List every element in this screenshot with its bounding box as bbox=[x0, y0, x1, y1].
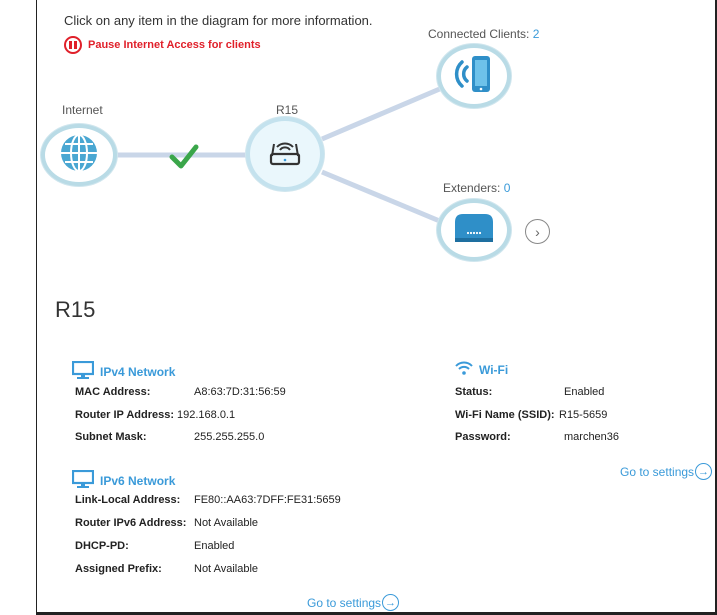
ipv6-row-dhcp-pd: DHCP-PD: Enabled bbox=[75, 540, 234, 552]
globe-icon bbox=[59, 133, 99, 178]
extenders-node[interactable] bbox=[437, 199, 511, 261]
wifi-value: marchen36 bbox=[564, 431, 620, 443]
clients-label-text: Connected Clients: bbox=[428, 27, 530, 41]
ipv4-key: Subnet Mask: bbox=[75, 431, 147, 443]
chevron-right-icon: › bbox=[535, 223, 540, 240]
ipv6-key: Link-Local Address: bbox=[75, 494, 181, 506]
ipv4-value: 255.255.255.0 bbox=[194, 431, 265, 443]
ipv6-value: Not Available bbox=[194, 563, 259, 575]
ipv4-key: Router IP Address: bbox=[75, 409, 175, 421]
wifi-row-password: Password: marchen36 bbox=[455, 431, 619, 443]
extenders-count: 0 bbox=[503, 181, 511, 195]
ipv4-key: MAC Address: bbox=[75, 386, 151, 398]
ipv6-heading: IPv6 Network bbox=[71, 469, 176, 491]
ipv6-heading-text: IPv6 Network bbox=[100, 473, 176, 488]
ipv6-value: Enabled bbox=[194, 540, 235, 552]
ipv6-row-router-ipv6: Router IPv6 Address: Not Available bbox=[75, 517, 258, 529]
router-node[interactable] bbox=[246, 117, 324, 191]
internet-label: Internet bbox=[62, 103, 103, 117]
wifi-value: R15-5659 bbox=[559, 409, 608, 421]
router-clients-link bbox=[321, 85, 443, 142]
clients-count: 2 bbox=[532, 27, 540, 41]
wifi-row-status: Status: Enabled bbox=[455, 386, 604, 398]
router-icon bbox=[266, 135, 304, 174]
ipv6-go-to-settings[interactable]: Go to settings → bbox=[307, 594, 400, 611]
extender-icon bbox=[451, 210, 497, 251]
ipv4-row-ip: Router IP Address: 192.168.0.1 bbox=[75, 409, 235, 421]
ipv4-row-mac: MAC Address: A8:63:7D:31:56:59 bbox=[75, 386, 286, 398]
ipv6-go-to-settings-label: Go to settings bbox=[307, 595, 382, 610]
connected-clients-node[interactable] bbox=[437, 44, 511, 108]
monitor-icon bbox=[71, 360, 95, 382]
ipv4-value: 192.168.0.1 bbox=[177, 409, 236, 421]
ipv6-key: Assigned Prefix: bbox=[75, 563, 162, 575]
wifi-icon bbox=[455, 361, 473, 378]
wifi-key: Password: bbox=[455, 431, 511, 443]
ipv6-row-prefix: Assigned Prefix: Not Available bbox=[75, 563, 258, 575]
wifi-row-ssid: Wi-Fi Name (SSID): R15-5659 bbox=[455, 409, 607, 421]
extenders-label: Extenders: 0 bbox=[443, 181, 510, 195]
arrow-right-icon: → bbox=[695, 463, 713, 480]
wifi-heading: Wi-Fi bbox=[455, 361, 508, 378]
wifi-value: Enabled bbox=[564, 386, 605, 398]
ipv6-value: Not Available bbox=[194, 517, 259, 529]
arrow-right-icon: → bbox=[382, 594, 400, 611]
monitor-icon bbox=[71, 469, 95, 491]
ipv6-key: DHCP-PD: bbox=[75, 540, 129, 552]
ipv4-heading-text: IPv4 Network bbox=[100, 364, 176, 379]
ipv6-row-link-local: Link-Local Address: FE80::AA63:7DFF:FE31:… bbox=[75, 494, 341, 506]
wifi-key: Status: bbox=[455, 386, 493, 398]
extenders-next-button[interactable]: › bbox=[525, 219, 550, 244]
ipv4-row-mask: Subnet Mask: 255.255.255.0 bbox=[75, 431, 264, 443]
ipv6-key: Router IPv6 Address: bbox=[75, 517, 187, 529]
device-title: R15 bbox=[55, 297, 96, 322]
ipv4-value: A8:63:7D:31:56:59 bbox=[194, 386, 286, 398]
internet-node[interactable] bbox=[41, 124, 117, 186]
ipv6-value: FE80::AA63:7DFF:FE31:5659 bbox=[194, 494, 341, 506]
ipv4-heading: IPv4 Network bbox=[71, 360, 176, 382]
wifi-go-to-settings[interactable]: Go to settings → bbox=[620, 463, 713, 480]
clients-label: Connected Clients: 2 bbox=[428, 27, 539, 41]
extenders-label-text: Extenders: bbox=[443, 181, 501, 195]
router-label: R15 bbox=[276, 103, 299, 117]
wifi-phone-icon bbox=[452, 52, 496, 101]
router-extenders-link bbox=[321, 169, 443, 225]
wifi-heading-text: Wi-Fi bbox=[479, 362, 509, 377]
wifi-key: Wi-Fi Name (SSID): bbox=[455, 409, 555, 421]
wifi-go-to-settings-label: Go to settings bbox=[620, 464, 695, 479]
